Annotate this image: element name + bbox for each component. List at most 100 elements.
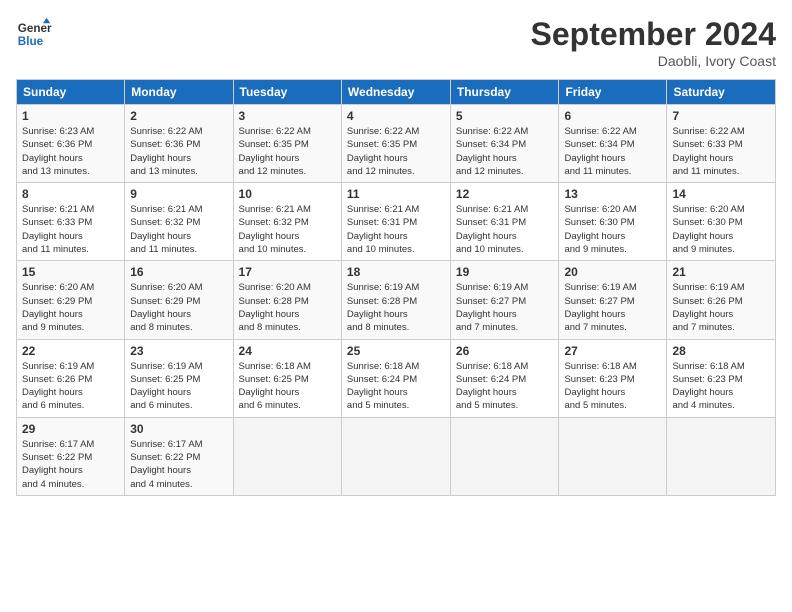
calendar-cell: 15 Sunrise: 6:20 AM Sunset: 6:29 PM Dayl… bbox=[17, 261, 125, 339]
calendar-cell: 28 Sunrise: 6:18 AM Sunset: 6:23 PM Dayl… bbox=[667, 339, 776, 417]
calendar-cell: 27 Sunrise: 6:18 AM Sunset: 6:23 PM Dayl… bbox=[559, 339, 667, 417]
day-info: Sunrise: 6:21 AM Sunset: 6:33 PM Dayligh… bbox=[22, 203, 119, 256]
col-saturday: Saturday bbox=[667, 80, 776, 105]
day-info: Sunrise: 6:21 AM Sunset: 6:31 PM Dayligh… bbox=[347, 203, 445, 256]
calendar-cell: 4 Sunrise: 6:22 AM Sunset: 6:35 PM Dayli… bbox=[341, 105, 450, 183]
calendar-cell: 12 Sunrise: 6:21 AM Sunset: 6:31 PM Dayl… bbox=[450, 183, 559, 261]
day-info: Sunrise: 6:21 AM Sunset: 6:32 PM Dayligh… bbox=[130, 203, 227, 256]
day-number: 24 bbox=[239, 344, 336, 358]
title-area: September 2024 Daobli, Ivory Coast bbox=[531, 16, 776, 69]
day-info: Sunrise: 6:19 AM Sunset: 6:28 PM Dayligh… bbox=[347, 281, 445, 334]
day-number: 25 bbox=[347, 344, 445, 358]
day-info: Sunrise: 6:18 AM Sunset: 6:24 PM Dayligh… bbox=[456, 360, 554, 413]
calendar-cell: 30 Sunrise: 6:17 AM Sunset: 6:22 PM Dayl… bbox=[125, 417, 233, 495]
day-number: 20 bbox=[564, 265, 661, 279]
calendar-cell: 26 Sunrise: 6:18 AM Sunset: 6:24 PM Dayl… bbox=[450, 339, 559, 417]
day-number: 28 bbox=[672, 344, 770, 358]
day-info: Sunrise: 6:21 AM Sunset: 6:32 PM Dayligh… bbox=[239, 203, 336, 256]
calendar-cell: 3 Sunrise: 6:22 AM Sunset: 6:35 PM Dayli… bbox=[233, 105, 341, 183]
day-number: 9 bbox=[130, 187, 227, 201]
day-number: 5 bbox=[456, 109, 554, 123]
calendar-cell: 19 Sunrise: 6:19 AM Sunset: 6:27 PM Dayl… bbox=[450, 261, 559, 339]
svg-text:Blue: Blue bbox=[18, 35, 44, 48]
calendar-cell: 8 Sunrise: 6:21 AM Sunset: 6:33 PM Dayli… bbox=[17, 183, 125, 261]
calendar-cell: 7 Sunrise: 6:22 AM Sunset: 6:33 PM Dayli… bbox=[667, 105, 776, 183]
day-info: Sunrise: 6:20 AM Sunset: 6:28 PM Dayligh… bbox=[239, 281, 336, 334]
calendar-cell: 10 Sunrise: 6:21 AM Sunset: 6:32 PM Dayl… bbox=[233, 183, 341, 261]
day-info: Sunrise: 6:20 AM Sunset: 6:29 PM Dayligh… bbox=[22, 281, 119, 334]
calendar-cell: 16 Sunrise: 6:20 AM Sunset: 6:29 PM Dayl… bbox=[125, 261, 233, 339]
day-number: 27 bbox=[564, 344, 661, 358]
logo-icon: General Blue bbox=[16, 16, 52, 52]
calendar-cell: 22 Sunrise: 6:19 AM Sunset: 6:26 PM Dayl… bbox=[17, 339, 125, 417]
calendar-cell: 23 Sunrise: 6:19 AM Sunset: 6:25 PM Dayl… bbox=[125, 339, 233, 417]
calendar-cell: 20 Sunrise: 6:19 AM Sunset: 6:27 PM Dayl… bbox=[559, 261, 667, 339]
day-info: Sunrise: 6:22 AM Sunset: 6:33 PM Dayligh… bbox=[672, 125, 770, 178]
day-info: Sunrise: 6:22 AM Sunset: 6:35 PM Dayligh… bbox=[347, 125, 445, 178]
day-number: 1 bbox=[22, 109, 119, 123]
calendar-cell: 25 Sunrise: 6:18 AM Sunset: 6:24 PM Dayl… bbox=[341, 339, 450, 417]
page-header: General Blue September 2024 Daobli, Ivor… bbox=[16, 16, 776, 69]
calendar-cell: 5 Sunrise: 6:22 AM Sunset: 6:34 PM Dayli… bbox=[450, 105, 559, 183]
day-info: Sunrise: 6:17 AM Sunset: 6:22 PM Dayligh… bbox=[22, 438, 119, 491]
day-number: 13 bbox=[564, 187, 661, 201]
day-number: 11 bbox=[347, 187, 445, 201]
day-number: 7 bbox=[672, 109, 770, 123]
col-friday: Friday bbox=[559, 80, 667, 105]
calendar-cell bbox=[233, 417, 341, 495]
day-number: 14 bbox=[672, 187, 770, 201]
day-info: Sunrise: 6:19 AM Sunset: 6:27 PM Dayligh… bbox=[564, 281, 661, 334]
day-info: Sunrise: 6:22 AM Sunset: 6:35 PM Dayligh… bbox=[239, 125, 336, 178]
day-number: 2 bbox=[130, 109, 227, 123]
day-info: Sunrise: 6:18 AM Sunset: 6:23 PM Dayligh… bbox=[672, 360, 770, 413]
calendar-cell bbox=[450, 417, 559, 495]
day-number: 3 bbox=[239, 109, 336, 123]
calendar-cell: 13 Sunrise: 6:20 AM Sunset: 6:30 PM Dayl… bbox=[559, 183, 667, 261]
calendar-cell bbox=[559, 417, 667, 495]
day-info: Sunrise: 6:22 AM Sunset: 6:36 PM Dayligh… bbox=[130, 125, 227, 178]
day-info: Sunrise: 6:18 AM Sunset: 6:24 PM Dayligh… bbox=[347, 360, 445, 413]
day-number: 6 bbox=[564, 109, 661, 123]
col-sunday: Sunday bbox=[17, 80, 125, 105]
day-number: 4 bbox=[347, 109, 445, 123]
calendar-cell: 21 Sunrise: 6:19 AM Sunset: 6:26 PM Dayl… bbox=[667, 261, 776, 339]
day-number: 23 bbox=[130, 344, 227, 358]
col-thursday: Thursday bbox=[450, 80, 559, 105]
calendar-cell: 14 Sunrise: 6:20 AM Sunset: 6:30 PM Dayl… bbox=[667, 183, 776, 261]
day-info: Sunrise: 6:20 AM Sunset: 6:30 PM Dayligh… bbox=[564, 203, 661, 256]
day-info: Sunrise: 6:21 AM Sunset: 6:31 PM Dayligh… bbox=[456, 203, 554, 256]
day-number: 15 bbox=[22, 265, 119, 279]
day-info: Sunrise: 6:22 AM Sunset: 6:34 PM Dayligh… bbox=[564, 125, 661, 178]
day-info: Sunrise: 6:17 AM Sunset: 6:22 PM Dayligh… bbox=[130, 438, 227, 491]
day-info: Sunrise: 6:22 AM Sunset: 6:34 PM Dayligh… bbox=[456, 125, 554, 178]
day-number: 8 bbox=[22, 187, 119, 201]
month-title: September 2024 bbox=[531, 16, 776, 53]
calendar-cell: 2 Sunrise: 6:22 AM Sunset: 6:36 PM Dayli… bbox=[125, 105, 233, 183]
day-number: 22 bbox=[22, 344, 119, 358]
day-info: Sunrise: 6:18 AM Sunset: 6:25 PM Dayligh… bbox=[239, 360, 336, 413]
svg-text:General: General bbox=[18, 22, 52, 35]
day-number: 18 bbox=[347, 265, 445, 279]
col-monday: Monday bbox=[125, 80, 233, 105]
calendar-cell bbox=[341, 417, 450, 495]
calendar-cell: 11 Sunrise: 6:21 AM Sunset: 6:31 PM Dayl… bbox=[341, 183, 450, 261]
day-info: Sunrise: 6:20 AM Sunset: 6:30 PM Dayligh… bbox=[672, 203, 770, 256]
day-number: 16 bbox=[130, 265, 227, 279]
location: Daobli, Ivory Coast bbox=[531, 53, 776, 69]
calendar-cell: 17 Sunrise: 6:20 AM Sunset: 6:28 PM Dayl… bbox=[233, 261, 341, 339]
day-info: Sunrise: 6:19 AM Sunset: 6:26 PM Dayligh… bbox=[22, 360, 119, 413]
day-number: 17 bbox=[239, 265, 336, 279]
calendar-cell: 29 Sunrise: 6:17 AM Sunset: 6:22 PM Dayl… bbox=[17, 417, 125, 495]
calendar-cell: 18 Sunrise: 6:19 AM Sunset: 6:28 PM Dayl… bbox=[341, 261, 450, 339]
calendar-cell: 24 Sunrise: 6:18 AM Sunset: 6:25 PM Dayl… bbox=[233, 339, 341, 417]
logo: General Blue bbox=[16, 16, 52, 52]
day-info: Sunrise: 6:19 AM Sunset: 6:27 PM Dayligh… bbox=[456, 281, 554, 334]
day-number: 21 bbox=[672, 265, 770, 279]
calendar-cell: 6 Sunrise: 6:22 AM Sunset: 6:34 PM Dayli… bbox=[559, 105, 667, 183]
calendar-table: Sunday Monday Tuesday Wednesday Thursday… bbox=[16, 79, 776, 496]
day-info: Sunrise: 6:19 AM Sunset: 6:25 PM Dayligh… bbox=[130, 360, 227, 413]
calendar-cell bbox=[667, 417, 776, 495]
day-number: 29 bbox=[22, 422, 119, 436]
calendar-cell: 9 Sunrise: 6:21 AM Sunset: 6:32 PM Dayli… bbox=[125, 183, 233, 261]
day-number: 30 bbox=[130, 422, 227, 436]
